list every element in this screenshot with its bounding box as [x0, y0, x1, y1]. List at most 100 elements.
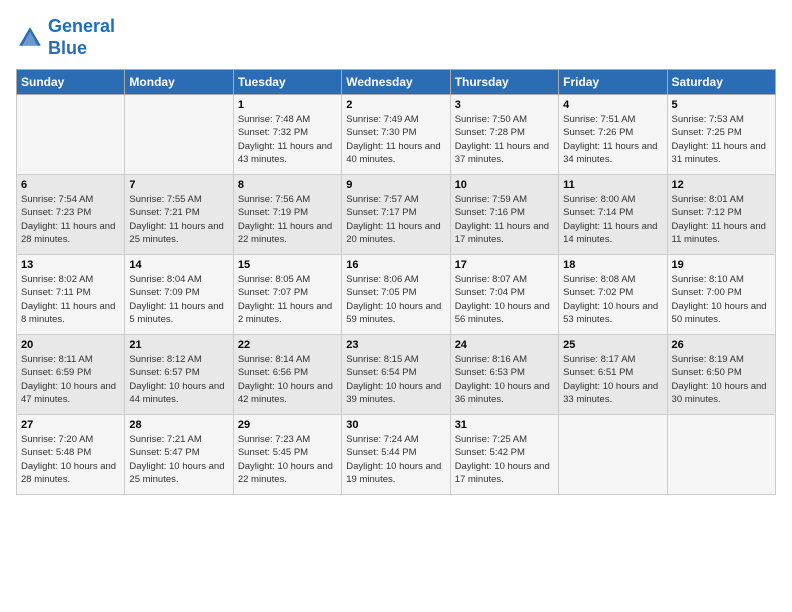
day-number: 30 [346, 419, 445, 431]
calendar-cell: 30 Sunrise: 7:24 AMSunset: 5:44 PMDayligh… [342, 415, 450, 495]
calendar-cell [17, 95, 125, 175]
logo-text: General Blue [48, 16, 115, 59]
day-number: 21 [129, 339, 228, 351]
calendar-cell: 11 Sunrise: 8:00 AMSunset: 7:14 PMDayligh… [559, 175, 667, 255]
day-number: 5 [672, 99, 771, 111]
day-number: 9 [346, 179, 445, 191]
day-detail: Sunrise: 7:50 AMSunset: 7:28 PMDaylight:… [455, 113, 554, 166]
calendar-cell: 20 Sunrise: 8:11 AMSunset: 6:59 PMDayligh… [17, 335, 125, 415]
calendar-cell: 3 Sunrise: 7:50 AMSunset: 7:28 PMDaylight… [450, 95, 558, 175]
day-number: 17 [455, 259, 554, 271]
day-header: Sunday [17, 70, 125, 95]
day-detail: Sunrise: 7:21 AMSunset: 5:47 PMDaylight:… [129, 433, 228, 486]
day-number: 14 [129, 259, 228, 271]
day-detail: Sunrise: 7:51 AMSunset: 7:26 PMDaylight:… [563, 113, 662, 166]
day-number: 13 [21, 259, 120, 271]
calendar-cell: 24Sunrise: 8:16 AMSunset: 6:53 PMDayligh… [450, 335, 558, 415]
calendar-cell: 7 Sunrise: 7:55 AMSunset: 7:21 PMDaylight… [125, 175, 233, 255]
day-number: 25 [563, 339, 662, 351]
day-number: 12 [672, 179, 771, 191]
day-detail: Sunrise: 7:56 AMSunset: 7:19 PMDaylight:… [238, 193, 337, 246]
calendar-cell: 25 Sunrise: 8:17 AMSunset: 6:51 PMDayligh… [559, 335, 667, 415]
day-detail: Sunrise: 7:25 AMSunset: 5:42 PMDaylight:… [455, 433, 554, 486]
day-detail: Sunrise: 8:16 AMSunset: 6:53 PMDaylight:… [455, 353, 554, 406]
day-detail: Sunrise: 8:06 AMSunset: 7:05 PMDaylight:… [346, 273, 445, 326]
calendar-cell: 13 Sunrise: 8:02 AMSunset: 7:11 PMDayligh… [17, 255, 125, 335]
day-detail: Sunrise: 8:04 AMSunset: 7:09 PMDaylight:… [129, 273, 228, 326]
day-detail: Sunrise: 7:59 AMSunset: 7:16 PMDaylight:… [455, 193, 554, 246]
calendar-cell: 5 Sunrise: 7:53 AMSunset: 7:25 PMDaylight… [667, 95, 775, 175]
day-detail: Sunrise: 7:57 AMSunset: 7:17 PMDaylight:… [346, 193, 445, 246]
day-detail: Sunrise: 8:02 AMSunset: 7:11 PMDaylight:… [21, 273, 120, 326]
page-header: General Blue [16, 16, 776, 59]
day-detail: Sunrise: 7:24 AMSunset: 5:44 PMDaylight:… [346, 433, 445, 486]
day-number: 29 [238, 419, 337, 431]
day-detail: Sunrise: 8:14 AMSunset: 6:56 PMDaylight:… [238, 353, 337, 406]
day-number: 18 [563, 259, 662, 271]
calendar-cell: 15 Sunrise: 8:05 AMSunset: 7:07 PMDayligh… [233, 255, 341, 335]
day-number: 4 [563, 99, 662, 111]
day-number: 22 [238, 339, 337, 351]
calendar-cell [559, 415, 667, 495]
calendar-cell: 26 Sunrise: 8:19 AMSunset: 6:50 PMDayligh… [667, 335, 775, 415]
calendar-cell: 29 Sunrise: 7:23 AMSunset: 5:45 PMDayligh… [233, 415, 341, 495]
calendar-cell: 28 Sunrise: 7:21 AMSunset: 5:47 PMDayligh… [125, 415, 233, 495]
week-row: 6 Sunrise: 7:54 AMSunset: 7:23 PMDaylight… [17, 175, 776, 255]
day-number: 23 [346, 339, 445, 351]
day-number: 6 [21, 179, 120, 191]
day-header: Thursday [450, 70, 558, 95]
day-number: 7 [129, 179, 228, 191]
calendar-cell: 21 Sunrise: 8:12 AMSunset: 6:57 PMDayligh… [125, 335, 233, 415]
day-number: 11 [563, 179, 662, 191]
logo-icon [16, 24, 44, 52]
week-row: 1 Sunrise: 7:48 AMSunset: 7:32 PMDaylight… [17, 95, 776, 175]
day-detail: Sunrise: 8:11 AMSunset: 6:59 PMDaylight:… [21, 353, 120, 406]
calendar-cell: 9 Sunrise: 7:57 AMSunset: 7:17 PMDaylight… [342, 175, 450, 255]
day-number: 19 [672, 259, 771, 271]
header-row: SundayMondayTuesdayWednesdayThursdayFrid… [17, 70, 776, 95]
day-detail: Sunrise: 8:08 AMSunset: 7:02 PMDaylight:… [563, 273, 662, 326]
calendar-table: SundayMondayTuesdayWednesdayThursdayFrid… [16, 69, 776, 495]
calendar-cell: 22 Sunrise: 8:14 AMSunset: 6:56 PMDayligh… [233, 335, 341, 415]
week-row: 27 Sunrise: 7:20 AMSunset: 5:48 PMDayligh… [17, 415, 776, 495]
calendar-cell: 16 Sunrise: 8:06 AMSunset: 7:05 PMDayligh… [342, 255, 450, 335]
calendar-cell: 27 Sunrise: 7:20 AMSunset: 5:48 PMDayligh… [17, 415, 125, 495]
day-detail: Sunrise: 8:07 AMSunset: 7:04 PMDaylight:… [455, 273, 554, 326]
day-detail: Sunrise: 7:53 AMSunset: 7:25 PMDaylight:… [672, 113, 771, 166]
day-detail: Sunrise: 7:20 AMSunset: 5:48 PMDaylight:… [21, 433, 120, 486]
calendar-cell: 14 Sunrise: 8:04 AMSunset: 7:09 PMDayligh… [125, 255, 233, 335]
day-detail: Sunrise: 7:54 AMSunset: 7:23 PMDaylight:… [21, 193, 120, 246]
day-detail: Sunrise: 7:49 AMSunset: 7:30 PMDaylight:… [346, 113, 445, 166]
day-detail: Sunrise: 8:01 AMSunset: 7:12 PMDaylight:… [672, 193, 771, 246]
day-number: 15 [238, 259, 337, 271]
calendar-cell: 17 Sunrise: 8:07 AMSunset: 7:04 PMDayligh… [450, 255, 558, 335]
day-detail: Sunrise: 8:19 AMSunset: 6:50 PMDaylight:… [672, 353, 771, 406]
day-detail: Sunrise: 7:23 AMSunset: 5:45 PMDaylight:… [238, 433, 337, 486]
calendar-cell: 8 Sunrise: 7:56 AMSunset: 7:19 PMDaylight… [233, 175, 341, 255]
week-row: 20 Sunrise: 8:11 AMSunset: 6:59 PMDayligh… [17, 335, 776, 415]
day-header: Wednesday [342, 70, 450, 95]
day-number: 28 [129, 419, 228, 431]
day-number: 2 [346, 99, 445, 111]
calendar-cell: 23Sunrise: 8:15 AMSunset: 6:54 PMDayligh… [342, 335, 450, 415]
day-detail: Sunrise: 8:05 AMSunset: 7:07 PMDaylight:… [238, 273, 337, 326]
day-detail: Sunrise: 7:48 AMSunset: 7:32 PMDaylight:… [238, 113, 337, 166]
day-header: Monday [125, 70, 233, 95]
logo: General Blue [16, 16, 115, 59]
day-detail: Sunrise: 8:10 AMSunset: 7:00 PMDaylight:… [672, 273, 771, 326]
calendar-cell: 4 Sunrise: 7:51 AMSunset: 7:26 PMDaylight… [559, 95, 667, 175]
day-detail: Sunrise: 7:55 AMSunset: 7:21 PMDaylight:… [129, 193, 228, 246]
day-number: 3 [455, 99, 554, 111]
day-number: 1 [238, 99, 337, 111]
calendar-cell: 18 Sunrise: 8:08 AMSunset: 7:02 PMDayligh… [559, 255, 667, 335]
day-number: 27 [21, 419, 120, 431]
day-detail: Sunrise: 8:12 AMSunset: 6:57 PMDaylight:… [129, 353, 228, 406]
day-detail: Sunrise: 8:00 AMSunset: 7:14 PMDaylight:… [563, 193, 662, 246]
calendar-cell [125, 95, 233, 175]
day-detail: Sunrise: 8:17 AMSunset: 6:51 PMDaylight:… [563, 353, 662, 406]
day-number: 20 [21, 339, 120, 351]
day-number: 26 [672, 339, 771, 351]
day-number: 10 [455, 179, 554, 191]
day-number: 16 [346, 259, 445, 271]
day-number: 8 [238, 179, 337, 191]
